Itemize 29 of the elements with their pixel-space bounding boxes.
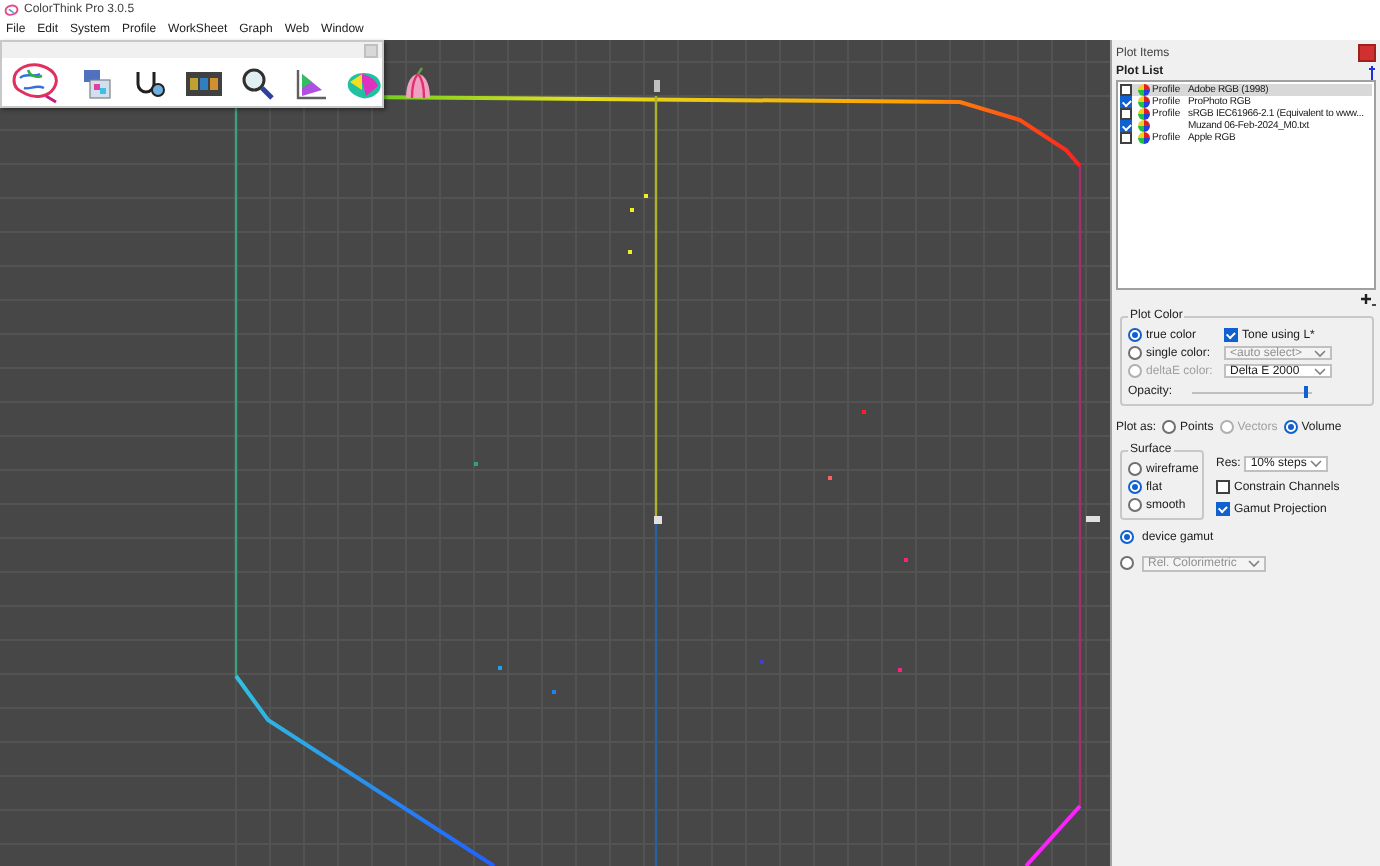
slider-thumb[interactable] [1304,385,1309,397]
brain-icon[interactable] [8,60,64,108]
app-logo-icon [4,3,20,17]
radio-button[interactable] [1128,480,1142,494]
caret-icon [1310,460,1323,468]
striped-bell-icon[interactable] [400,64,436,104]
radio-button[interactable] [1128,462,1142,476]
radio-button[interactable] [1128,328,1142,342]
radio-button[interactable] [1128,498,1142,512]
checkbox[interactable] [1120,84,1132,96]
checkbox[interactable] [1120,132,1132,144]
checkbox[interactable] [1120,96,1132,108]
radio-button[interactable] [1283,420,1298,434]
triangle-chart-icon[interactable] [292,66,328,102]
checkbox[interactable] [1120,108,1132,120]
pin-icon[interactable] [1368,65,1376,79]
add-button[interactable] [1360,292,1376,308]
film-strip-icon[interactable] [184,66,224,102]
magnifier-icon[interactable] [240,66,276,102]
caret-icon [1248,559,1260,567]
radio-button[interactable] [1120,530,1134,544]
radio-button[interactable] [1162,420,1177,434]
stethoscope-icon[interactable] [132,66,168,102]
checkbox[interactable] [1120,120,1132,132]
checkbox[interactable] [1216,502,1230,516]
checkbox[interactable] [1224,328,1238,342]
radio-button[interactable] [1128,346,1142,360]
checkbox[interactable] [1216,480,1230,494]
swatch-stack-icon[interactable] [80,66,116,102]
